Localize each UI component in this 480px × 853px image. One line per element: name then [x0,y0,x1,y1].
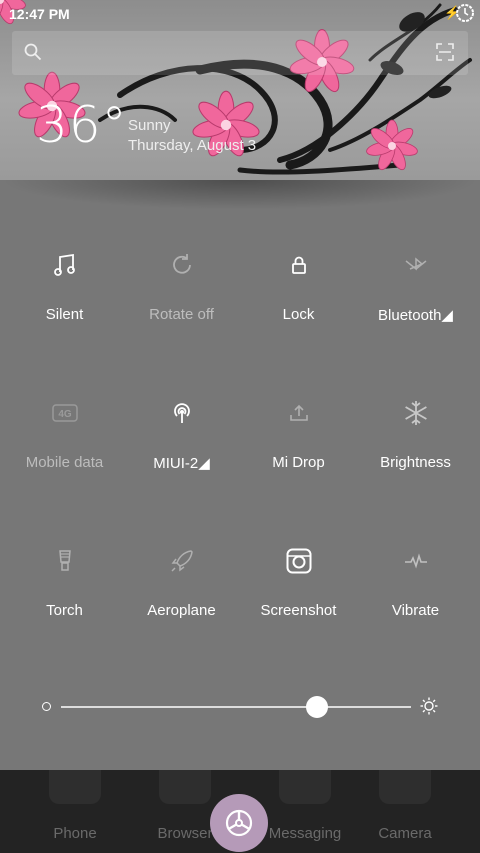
toggle-torch[interactable]: Torch [6,534,123,654]
camera-icon [379,770,431,804]
toggle-aeroplane[interactable]: Aeroplane [123,534,240,654]
weather-condition: Sunny [128,117,171,134]
dim-icon [42,702,51,711]
toggle-label: Brightness [380,454,451,471]
bluetooth-icon [405,257,427,271]
toggle-bluetooth[interactable]: Bluetooth◢ [357,238,474,358]
sun-icon [420,697,438,715]
toggle-label: Silent [45,306,84,323]
rocket-icon [171,550,193,572]
settings-button[interactable] [210,794,268,852]
dock-app-camera[interactable]: Camera [345,770,465,853]
brightness-slider[interactable] [40,692,440,722]
music-note-icon [54,253,75,276]
battery-icon [456,4,474,22]
phone-icon [49,770,101,804]
toggle-label: Mobile data [25,454,104,471]
toggle-brightness[interactable]: Brightness [357,386,474,506]
messaging-icon [279,770,331,804]
search-bar[interactable] [12,31,468,75]
quick-settings-panel: Silent Rotate off Lock Bluetooth◢ 4G Mob… [0,180,480,770]
brightness-knob[interactable] [305,696,328,718]
vibrate-wave-icon [405,553,427,569]
status-bar: 12:47 PM ⚡ [0,0,480,28]
upload-icon [290,404,308,421]
screenshot-camera-icon [286,548,312,574]
settings-wheel-icon [225,809,253,837]
toggle-label: Torch [46,602,83,619]
dock-app-label: Camera [378,825,432,842]
toggle-label: Lock [282,306,315,323]
toggle-vibrate[interactable]: Vibrate [357,534,474,654]
toggle-mobile-data[interactable]: 4G Mobile data [6,386,123,506]
temperature: 36° [36,96,128,154]
wifi-icon [174,403,190,423]
lock-icon [292,256,306,274]
browser-icon [159,770,211,804]
scan-icon[interactable] [436,43,454,61]
search-icon[interactable] [24,43,42,61]
toggle-label: Bluetooth◢ [378,307,453,324]
toggle-rotate[interactable]: Rotate off [123,238,240,358]
toggle-screenshot[interactable]: Screenshot [240,534,357,654]
toggle-mi-drop[interactable]: Mi Drop [240,386,357,506]
notification-header: 12:47 PM ⚡ 36° Sunny Thursday, August 3 [0,0,480,180]
date-label: Thursday, August 3 [128,137,257,154]
4g-icon: 4G [52,404,78,422]
status-time: 12:47 PM [9,6,70,22]
snowflake-icon [405,401,427,425]
rotate-icon [173,254,191,274]
toggle-label: Rotate off [149,306,214,323]
toggle-label: Vibrate [391,602,440,619]
brightness-track[interactable] [61,706,411,708]
toggle-wifi[interactable]: MIUI-2◢ [123,386,240,506]
toggle-label: MIUI-2◢ [153,455,210,472]
dock-app-label: Phone [53,825,97,842]
dock-app-phone[interactable]: Phone [15,770,135,853]
toggle-label: Aeroplane [147,602,216,619]
svg-text:4G: 4G [58,409,72,420]
torch-bulb-icon [59,550,71,571]
toggle-silent[interactable]: Silent [6,238,123,358]
toggle-lock[interactable]: Lock [240,238,357,358]
toggle-label: Screenshot [260,602,337,619]
toggle-label: Mi Drop [272,454,325,471]
